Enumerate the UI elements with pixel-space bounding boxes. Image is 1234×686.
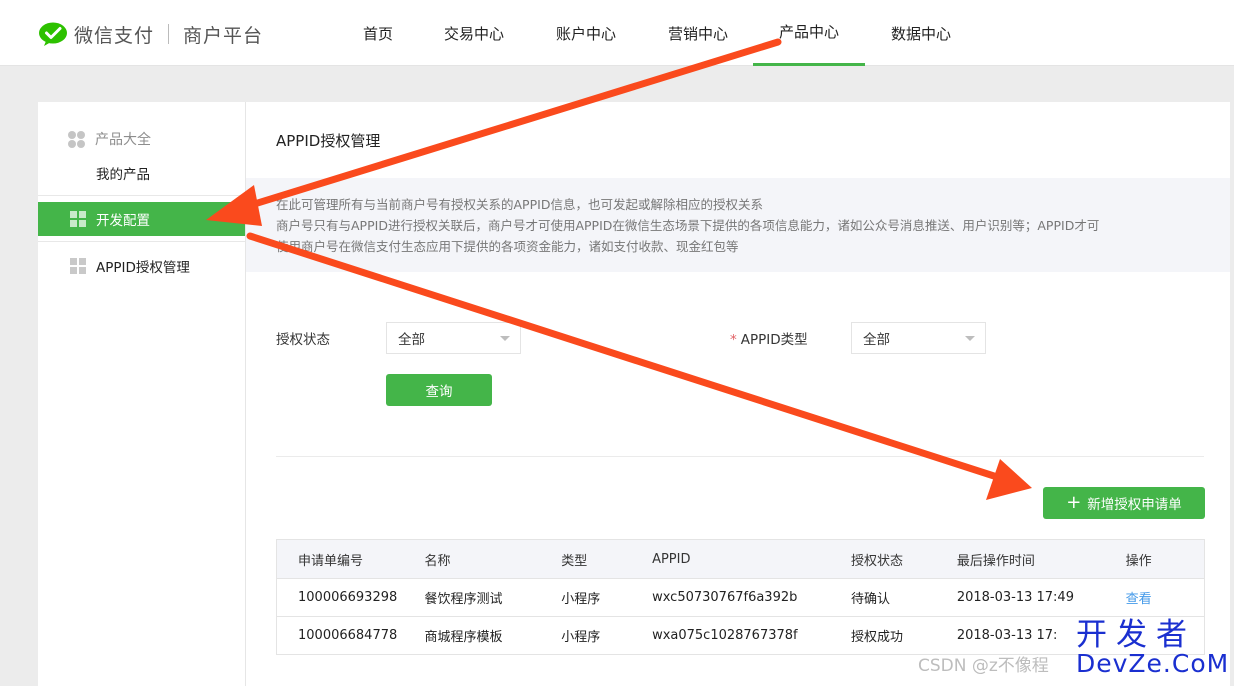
sidebar-divider xyxy=(38,195,245,196)
notice-box: 在此可管理所有与当前商户号有授权关系的APPID信息，也可发起或解除相应的授权关… xyxy=(246,178,1230,272)
product-grid-icon xyxy=(68,130,85,148)
sidebar-item-appid-auth[interactable]: APPID授权管理 xyxy=(38,249,245,283)
col-header-appid: APPID xyxy=(652,539,851,579)
nav-marketing[interactable]: 营销中心 xyxy=(642,0,754,66)
grid-icon xyxy=(70,258,86,274)
notice-line: 使用商户号在微信支付生态应用下提供的各项资金能力，诸如支付收款、现金红包等 xyxy=(276,239,739,254)
cell-request-no: 100006693298 xyxy=(276,578,425,617)
brand-name: 微信支付 xyxy=(74,24,155,47)
nav-products[interactable]: 产品中心 xyxy=(753,0,865,66)
sidebar: 产品大全 我的产品 开发配置 APPID授权管理 xyxy=(38,102,246,686)
nav-data[interactable]: 数据中心 xyxy=(865,0,977,66)
cell-name: 餐饮程序测试 xyxy=(424,578,562,617)
chevron-down-icon xyxy=(500,336,510,341)
col-header-request-no: 申请单编号 xyxy=(276,539,425,579)
cell-action: 查看 xyxy=(1125,578,1205,617)
site-watermark-cn: 开发者 xyxy=(1076,617,1196,653)
sidebar-divider xyxy=(38,241,245,242)
col-header-name: 名称 xyxy=(424,539,562,579)
notice-line: 在此可管理所有与当前商户号有授权关系的APPID信息，也可发起或解除相应的授权关… xyxy=(276,197,763,212)
add-auth-request-button[interactable]: + 新增授权申请单 xyxy=(1043,487,1205,519)
col-header-last-op-time: 最后操作时间 xyxy=(956,539,1126,579)
appid-type-value: 全部 xyxy=(863,332,890,348)
plus-icon: + xyxy=(1066,492,1082,513)
chevron-down-icon xyxy=(965,336,975,341)
auth-status-label: 授权状态 xyxy=(276,332,330,348)
cell-last-op-time: 2018-03-13 17:49 xyxy=(956,578,1126,617)
nav-transactions[interactable]: 交易中心 xyxy=(418,0,530,66)
sidebar-group-label: 产品大全 xyxy=(95,132,151,148)
notice-line: 商户号只有与APPID进行授权关联后，商户号才可使用APPID在微信生态场景下提… xyxy=(276,218,1100,233)
sidebar-item-label: 开发配置 xyxy=(96,213,150,229)
sidebar-group-all-products[interactable]: 产品大全 xyxy=(68,129,151,149)
csdn-watermark: CSDN @z不像程 xyxy=(918,656,1049,676)
add-auth-request-label: 新增授权申请单 xyxy=(1087,497,1182,513)
required-mark: * xyxy=(730,332,737,348)
query-button[interactable]: 查询 xyxy=(386,374,492,406)
cell-appid: wxa075c1028767378f xyxy=(652,616,851,655)
table-row: 100006684778 商城程序模板 小程序 wxa075c102876737… xyxy=(276,616,1205,655)
appid-type-label-text: APPID类型 xyxy=(740,332,808,348)
wechat-logo-icon xyxy=(38,22,68,46)
cell-name: 商城程序模板 xyxy=(424,616,562,655)
cell-appid: wxc50730767f6a392b xyxy=(652,578,851,617)
col-header-status: 授权状态 xyxy=(850,539,957,579)
grid-icon xyxy=(70,211,86,227)
main-panel: APPID授权管理 在此可管理所有与当前商户号有授权关系的APPID信息，也可发… xyxy=(246,102,1230,686)
cell-status: 授权成功 xyxy=(850,616,957,655)
table-row: 100006693298 餐饮程序测试 小程序 wxc50730767f6a39… xyxy=(276,578,1205,617)
cell-type: 小程序 xyxy=(561,578,653,617)
col-header-action: 操作 xyxy=(1125,539,1205,579)
cell-status: 待确认 xyxy=(850,578,957,617)
auth-request-table: 申请单编号 名称 类型 APPID 授权状态 最后操作时间 操作 1000066… xyxy=(276,539,1205,655)
auth-status-value: 全部 xyxy=(398,332,425,348)
sidebar-item-dev-config[interactable]: 开发配置 xyxy=(38,202,245,236)
site-watermark-en: DevZe.CoM xyxy=(1076,649,1230,678)
cell-type: 小程序 xyxy=(561,616,653,655)
page-title: APPID授权管理 xyxy=(276,132,381,150)
table-header-row: 申请单编号 名称 类型 APPID 授权状态 最后操作时间 操作 xyxy=(276,539,1205,579)
appid-type-label: * APPID类型 xyxy=(730,328,808,348)
cell-request-no: 100006684778 xyxy=(276,616,425,655)
nav-account[interactable]: 账户中心 xyxy=(530,0,642,66)
view-link[interactable]: 查看 xyxy=(1126,592,1152,607)
appid-type-select[interactable]: 全部 xyxy=(851,322,986,354)
logo-divider xyxy=(168,24,170,44)
sidebar-item-label: APPID授权管理 xyxy=(96,260,190,276)
wechat-pay-logo[interactable]: 微信支付 商户平台 xyxy=(38,20,263,48)
sidebar-item-my-products[interactable]: 我的产品 xyxy=(96,163,150,183)
section-divider xyxy=(276,456,1204,457)
platform-name: 商户平台 xyxy=(183,24,264,47)
auth-status-select[interactable]: 全部 xyxy=(386,322,521,354)
col-header-type: 类型 xyxy=(561,539,653,579)
top-navigation-bar: 微信支付 商户平台 首页 交易中心 账户中心 营销中心 产品中心 数据中心 xyxy=(0,0,1234,66)
